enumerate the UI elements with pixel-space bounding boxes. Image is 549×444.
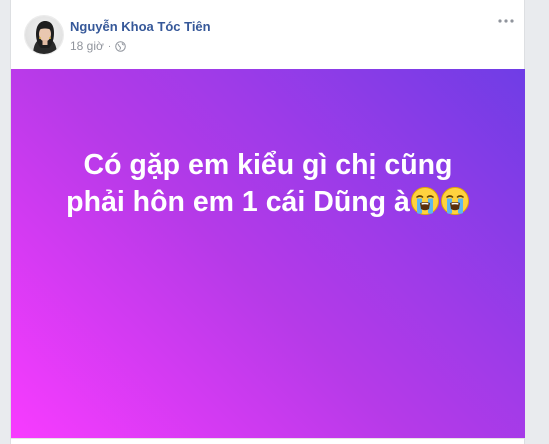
post-text-line-1: Có gặp em kiểu gì chị cũng: [83, 149, 453, 181]
more-options-icon[interactable]: [496, 14, 516, 28]
loudly-crying-face-icon: [440, 186, 470, 216]
post-footer-divider: [11, 438, 524, 444]
post-text-line-2-content: phải hôn em 1 cái Dũng à: [66, 186, 410, 218]
post-text-line-2: phải hôn em 1 cái Dũng à: [11, 184, 525, 221]
page: Nguyễn Khoa Tóc Tiên 18 giờ · Có gặp em …: [0, 0, 549, 444]
globe-icon[interactable]: [115, 40, 127, 52]
author-name[interactable]: Nguyễn Khoa Tóc Tiên: [70, 19, 211, 34]
avatar[interactable]: [24, 15, 64, 55]
post-text: Có gặp em kiểu gì chị cũng phải hôn em 1…: [11, 147, 525, 221]
post-header: Nguyễn Khoa Tóc Tiên 18 giờ ·: [11, 0, 524, 68]
avatar-image: [25, 16, 63, 54]
meta-separator: ·: [107, 40, 112, 52]
post-background: [11, 69, 525, 438]
post-meta: 18 giờ ·: [70, 39, 127, 53]
post-card: Nguyễn Khoa Tóc Tiên 18 giờ · Có gặp em …: [10, 0, 525, 444]
post-time[interactable]: 18 giờ: [70, 39, 104, 53]
loudly-crying-face-icon: [410, 186, 440, 216]
